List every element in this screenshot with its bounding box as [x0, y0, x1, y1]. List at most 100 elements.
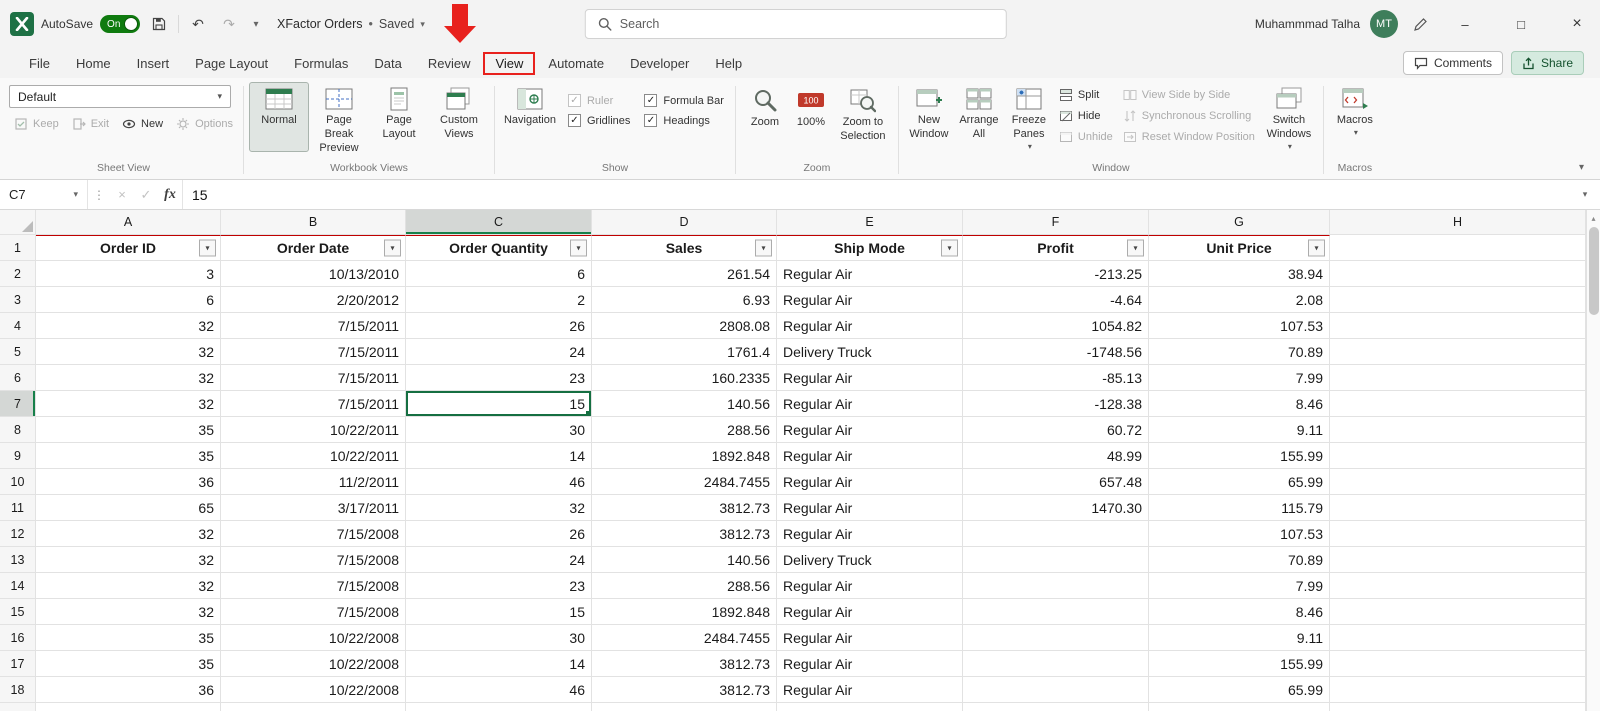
reset-window-position-button[interactable]: Reset Window Position	[1118, 128, 1260, 146]
cell-G5[interactable]: 70.89	[1149, 339, 1330, 365]
row-header-14[interactable]: 14	[0, 573, 36, 599]
cell-H15[interactable]	[1330, 599, 1586, 625]
ink-pen-button[interactable]	[1408, 12, 1432, 36]
cell-E6[interactable]: Regular Air	[777, 365, 963, 391]
cell-F3[interactable]: -4.64	[963, 287, 1149, 313]
cell-G3[interactable]: 2.08	[1149, 287, 1330, 313]
user-avatar[interactable]: MT	[1370, 10, 1398, 38]
cell-C7[interactable]: 15	[406, 391, 592, 417]
cell-B5[interactable]: 7/15/2011	[221, 339, 406, 365]
cell-A10[interactable]: 36	[36, 469, 221, 495]
cell-D4[interactable]: 2808.08	[592, 313, 777, 339]
cell-B3[interactable]: 2/20/2012	[221, 287, 406, 313]
cell-C19[interactable]	[406, 703, 592, 711]
cell-C6[interactable]: 23	[406, 365, 592, 391]
formula-bar-expand-chevron[interactable]: ▾	[1570, 189, 1600, 200]
tab-home[interactable]: Home	[63, 52, 124, 75]
cell-B12[interactable]: 7/15/2008	[221, 521, 406, 547]
normal-view-button[interactable]: Normal	[248, 82, 309, 152]
cell-B17[interactable]: 10/22/2008	[221, 651, 406, 677]
cell-C15[interactable]: 15	[406, 599, 592, 625]
zoom-100-button[interactable]: 100 100%	[789, 82, 833, 152]
cell-D17[interactable]: 3812.73	[592, 651, 777, 677]
gridlines-checkbox[interactable]: ✓ Gridlines	[567, 114, 630, 127]
cell-C16[interactable]: 30	[406, 625, 592, 651]
unhide-button[interactable]: Unhide	[1054, 128, 1118, 146]
sheet-view-dropdown[interactable]: Default ▾	[9, 85, 231, 108]
row-header-9[interactable]: 9	[0, 443, 36, 469]
cell-H12[interactable]	[1330, 521, 1586, 547]
cell-D7[interactable]: 140.56	[592, 391, 777, 417]
cell-F5[interactable]: -1748.56	[963, 339, 1149, 365]
cell-C13[interactable]: 24	[406, 547, 592, 573]
cell-A12[interactable]: 32	[36, 521, 221, 547]
cell-E14[interactable]: Regular Air	[777, 573, 963, 599]
cell-E16[interactable]: Regular Air	[777, 625, 963, 651]
cell-D10[interactable]: 2484.7455	[592, 469, 777, 495]
cell-H1[interactable]	[1330, 235, 1586, 261]
cell-F15[interactable]	[963, 599, 1149, 625]
cell-C4[interactable]: 26	[406, 313, 592, 339]
cell-B4[interactable]: 7/15/2011	[221, 313, 406, 339]
cell-D14[interactable]: 288.56	[592, 573, 777, 599]
excel-app-icon[interactable]	[10, 12, 34, 36]
cell-E19[interactable]	[777, 703, 963, 711]
cell-C11[interactable]: 32	[406, 495, 592, 521]
cell-H7[interactable]	[1330, 391, 1586, 417]
cell-A14[interactable]: 32	[36, 573, 221, 599]
cell-F18[interactable]	[963, 677, 1149, 703]
filter-dropdown-button[interactable]: ▾	[755, 239, 772, 257]
comments-button[interactable]: Comments	[1402, 51, 1503, 75]
cell-C17[interactable]: 14	[406, 651, 592, 677]
row-header-17[interactable]: 17	[0, 651, 36, 677]
cell-E9[interactable]: Regular Air	[777, 443, 963, 469]
cell-A9[interactable]: 35	[36, 443, 221, 469]
scroll-up-arrow[interactable]: ▴	[1587, 210, 1600, 226]
switch-windows-button[interactable]: Switch Windows ▾	[1260, 82, 1318, 154]
cell-E10[interactable]: Regular Air	[777, 469, 963, 495]
table-header-sales[interactable]: Sales ▾	[592, 235, 777, 261]
table-header-order-quantity[interactable]: Order Quantity ▾	[406, 235, 592, 261]
tab-insert[interactable]: Insert	[124, 52, 183, 75]
tab-formulas[interactable]: Formulas	[281, 52, 361, 75]
cell-C2[interactable]: 6	[406, 261, 592, 287]
cell-G13[interactable]: 70.89	[1149, 547, 1330, 573]
cell-G18[interactable]: 65.99	[1149, 677, 1330, 703]
filter-dropdown-button[interactable]: ▾	[1308, 239, 1325, 257]
cell-D3[interactable]: 6.93	[592, 287, 777, 313]
row-header-4[interactable]: 4	[0, 313, 36, 339]
cell-D18[interactable]: 3812.73	[592, 677, 777, 703]
headings-checkbox[interactable]: ✓ Headings	[644, 114, 724, 127]
cell-G14[interactable]: 7.99	[1149, 573, 1330, 599]
cell-F12[interactable]	[963, 521, 1149, 547]
cell-A15[interactable]: 32	[36, 599, 221, 625]
cell-D16[interactable]: 2484.7455	[592, 625, 777, 651]
cell-G8[interactable]: 9.11	[1149, 417, 1330, 443]
view-side-by-side-button[interactable]: View Side by Side	[1118, 86, 1260, 104]
cell-E5[interactable]: Delivery Truck	[777, 339, 963, 365]
redo-button[interactable]: ↷	[217, 12, 241, 36]
cell-D13[interactable]: 140.56	[592, 547, 777, 573]
cell-B10[interactable]: 11/2/2011	[221, 469, 406, 495]
cell-D8[interactable]: 288.56	[592, 417, 777, 443]
save-button[interactable]	[147, 12, 171, 36]
row-header-3[interactable]: 3	[0, 287, 36, 313]
cell-H8[interactable]	[1330, 417, 1586, 443]
cell-C18[interactable]: 46	[406, 677, 592, 703]
cell-E12[interactable]: Regular Air	[777, 521, 963, 547]
custom-views-button[interactable]: Custom Views	[429, 82, 489, 152]
cell-H9[interactable]	[1330, 443, 1586, 469]
cell-F17[interactable]	[963, 651, 1149, 677]
row-header-18[interactable]: 18	[0, 677, 36, 703]
cell-H14[interactable]	[1330, 573, 1586, 599]
cell-C9[interactable]: 14	[406, 443, 592, 469]
cell-A7[interactable]: 32	[36, 391, 221, 417]
row-header-5[interactable]: 5	[0, 339, 36, 365]
cell-E3[interactable]: Regular Air	[777, 287, 963, 313]
cell-C8[interactable]: 30	[406, 417, 592, 443]
column-header-A[interactable]: A	[36, 210, 221, 235]
row-header-13[interactable]: 13	[0, 547, 36, 573]
keep-button[interactable]: Keep	[9, 115, 64, 133]
cell-B18[interactable]: 10/22/2008	[221, 677, 406, 703]
cell-H16[interactable]	[1330, 625, 1586, 651]
